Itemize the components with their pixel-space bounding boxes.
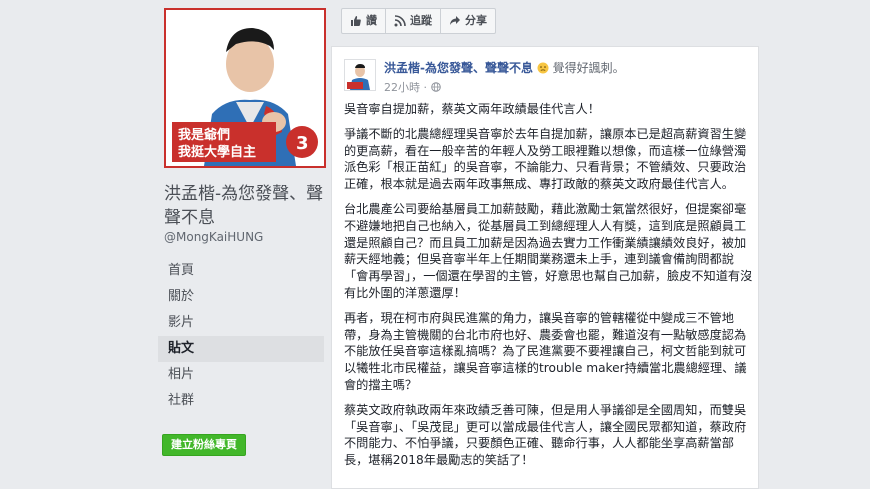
page-handle[interactable]: @MongKaiHUNG xyxy=(164,230,263,244)
share-button[interactable]: 分享 xyxy=(441,9,495,33)
avatar-text-1: 我是爺們 xyxy=(178,127,230,143)
follow-button[interactable]: 追蹤 xyxy=(386,9,441,33)
nav-item-community[interactable]: 社群 xyxy=(158,388,324,414)
post-author-link[interactable]: 洪孟楷-為您發聲、聲聲不息 xyxy=(384,61,533,75)
avatar-text-2: 我挺大學自主 xyxy=(178,144,256,160)
post-header: 洪孟楷-為您發聲、聲聲不息 覺得好諷刺。 xyxy=(384,60,754,76)
page-action-bar: 讚 追蹤 分享 xyxy=(341,8,496,34)
post-paragraph: 蔡英文政府執政兩年來政績乏善可陳，但是用人爭議卻是全國周知，而雙吳「吳音寧」、「… xyxy=(344,402,747,468)
post-paragraph: 吳音寧自提加薪，蔡英文兩年政績最佳代言人！ xyxy=(344,102,600,116)
post-timestamp[interactable]: 22小時 xyxy=(384,81,420,94)
like-page-button[interactable]: 讚 xyxy=(342,9,386,33)
page-nav: 首頁 關於 影片 貼文 相片 社群 xyxy=(158,258,324,414)
post-meta: 22小時 · xyxy=(384,79,441,95)
post-feeling: 覺得好諷刺。 xyxy=(552,61,625,75)
rss-icon xyxy=(394,15,406,27)
post-paragraph: 台北農產公司要給基層員工加薪鼓勵，藉此激勵士氣當然很好，但提案卻毫不避嫌地把自己… xyxy=(344,201,753,300)
post-avatar-illustration xyxy=(345,60,375,90)
nav-item-videos[interactable]: 影片 xyxy=(158,310,324,336)
avatar-illustration: 我是爺們 我挺大學自主 3 xyxy=(166,10,324,166)
annoyed-face-icon xyxy=(537,62,549,74)
page-sidebar: 我是爺們 我挺大學自主 3 洪孟楷-為您發聲、聲聲不息 @MongKaiHUNG… xyxy=(106,0,326,489)
share-label: 分享 xyxy=(465,14,487,27)
post-body: 吳音寧自提加薪，蔡英文兩年政績最佳代言人！ 爭議不斷的北農總經理吳音寧於去年自提… xyxy=(344,101,754,477)
nav-item-photos[interactable]: 相片 xyxy=(158,362,324,388)
meta-separator: · xyxy=(423,81,431,94)
post-paragraph: 爭議不斷的北農總經理吳音寧於去年自提加薪，讓原本已是超高薪資習生變的更高薪，看在… xyxy=(344,126,747,192)
follow-label: 追蹤 xyxy=(410,14,432,27)
share-arrow-icon xyxy=(450,16,460,25)
main-column: 讚 追蹤 分享 洪孟楷-為您發聲、聲聲不息 覺得好諷刺。 22小時 · 吳音寧自… xyxy=(331,0,759,489)
like-label: 讚 xyxy=(366,14,377,27)
svg-text:3: 3 xyxy=(296,133,309,154)
page-avatar[interactable]: 我是爺們 我挺大學自主 3 xyxy=(164,8,326,168)
nav-item-about[interactable]: 關於 xyxy=(158,284,324,310)
post-card: 洪孟楷-為您發聲、聲聲不息 覺得好諷刺。 22小時 · 吳音寧自提加薪，蔡英文兩… xyxy=(331,46,759,489)
create-page-button[interactable]: 建立粉絲專頁 xyxy=(162,434,246,456)
post-author-avatar[interactable] xyxy=(344,59,376,91)
nav-item-posts[interactable]: 貼文 xyxy=(158,336,324,362)
nav-item-home[interactable]: 首頁 xyxy=(158,258,324,284)
post-paragraph: 再者，現在柯市府與民進黨的角力，讓吳音寧的管轄權從中變成三不管地帶，身為主管機關… xyxy=(344,310,747,392)
thumbs-up-icon xyxy=(351,16,361,26)
page-title[interactable]: 洪孟楷-為您發聲、聲聲不息 xyxy=(164,182,334,230)
globe-icon[interactable] xyxy=(430,82,441,92)
